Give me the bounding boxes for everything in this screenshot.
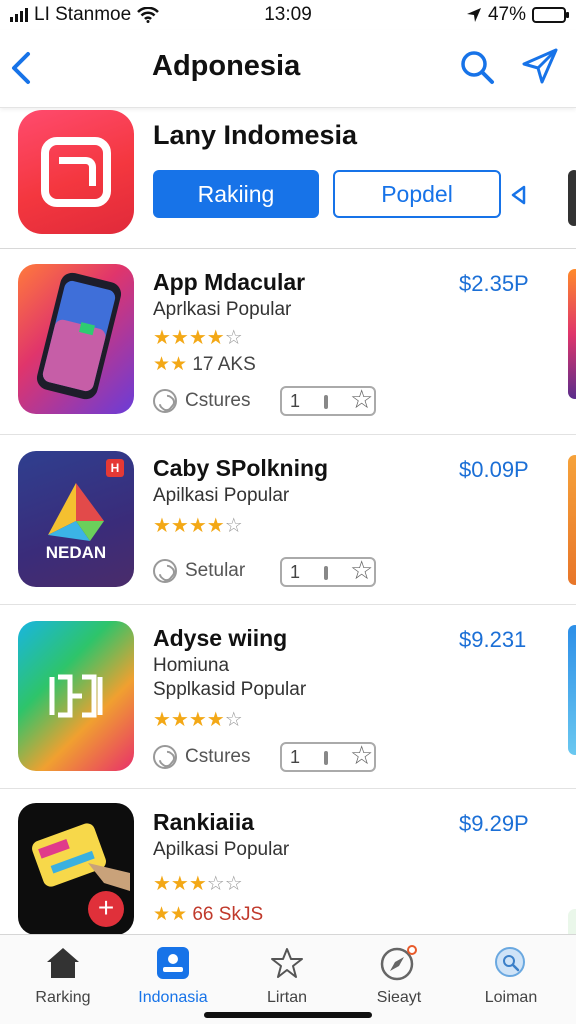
favorite-star-icon[interactable]: ☆ xyxy=(350,740,373,771)
bracket-logo-icon xyxy=(49,674,103,718)
quantity-stepper[interactable]: 1 ☆ xyxy=(280,384,376,416)
navigation-bar: Adponesia xyxy=(0,30,576,108)
app-icon xyxy=(18,621,134,771)
location-arrow-icon xyxy=(466,8,481,22)
category-chip[interactable]: Setular xyxy=(153,559,245,583)
link-icon xyxy=(153,559,177,583)
send-icon[interactable] xyxy=(520,46,560,86)
next-card-peek xyxy=(568,269,576,399)
favorite-star-icon[interactable]: ☆ xyxy=(350,555,373,586)
rating-stars: ★★★☆☆ xyxy=(153,873,243,895)
app-subtitle: Apilkasi Popular xyxy=(153,839,290,860)
category-chip[interactable]: Cstures xyxy=(153,389,250,413)
carrier-name: LI Stanmoe xyxy=(34,4,132,25)
tab-listen[interactable]: Lirtan xyxy=(232,943,342,1007)
stepper-value: 1 xyxy=(290,747,301,767)
compass-icon xyxy=(344,943,454,983)
favorite-star-icon[interactable]: ☆ xyxy=(350,384,373,415)
search-icon[interactable] xyxy=(458,48,496,86)
app-price[interactable]: $9.231 xyxy=(459,627,526,653)
app-subtitle: Homiuna xyxy=(153,655,230,676)
stepper-value: 1 xyxy=(290,562,301,582)
home-icon xyxy=(8,943,118,983)
rating-count-stars: ★★ xyxy=(153,354,188,375)
wifi-icon xyxy=(137,7,160,23)
play-left-icon[interactable] xyxy=(510,185,528,205)
page-title: Adponesia xyxy=(152,50,301,82)
stepper-divider xyxy=(324,566,328,580)
app-subtitle: Aprlkasi Popular xyxy=(153,299,292,320)
app-badge: H xyxy=(106,459,124,477)
app-subtitle: Apilkasi Popular xyxy=(153,485,290,506)
app-price[interactable]: $0.09P xyxy=(459,457,529,483)
app-icon: + xyxy=(18,803,134,935)
chip-label: Cstures xyxy=(185,390,251,411)
search-circle-icon xyxy=(456,943,566,983)
ranking-button[interactable]: Rakiing xyxy=(153,170,319,218)
rating-count-line: ★★ 66 SkJS xyxy=(153,903,263,926)
featured-title: Lany Indomesia xyxy=(153,120,358,150)
featured-app-icon[interactable] xyxy=(18,110,134,234)
rating-stars: ★★★★☆ xyxy=(153,515,243,537)
chip-label: Cstures xyxy=(185,746,251,767)
quantity-stepper[interactable]: 1 ☆ xyxy=(280,555,376,587)
tab-label: Indonasia xyxy=(138,989,208,1006)
star-icon xyxy=(232,943,342,983)
battery-icon xyxy=(532,7,569,23)
featured-section: Lany Indomesia Rakiing Popdel xyxy=(0,108,576,248)
rating-stars: ★★★★☆ xyxy=(153,327,243,349)
app-price[interactable]: $9.29P xyxy=(459,811,529,837)
tab-label: Sieayt xyxy=(376,989,422,1006)
tab-ranking[interactable]: Rarking xyxy=(8,943,118,1007)
chip-label: Setular xyxy=(185,560,246,581)
add-icon[interactable]: + xyxy=(88,891,124,927)
tab-label: Lirtan xyxy=(266,989,308,1006)
app-icon-text: NEDAN xyxy=(45,543,107,562)
tab-indonesia[interactable]: Indonasia xyxy=(118,943,228,1007)
stepper-value: 1 xyxy=(290,391,301,411)
rating-stars: ★★★★☆ xyxy=(153,709,243,731)
stepper-divider xyxy=(324,395,328,409)
next-card-peek xyxy=(568,170,576,226)
app-name: Caby SPolkning xyxy=(153,455,329,481)
app-name: Adyse wiing xyxy=(153,625,288,651)
quantity-stepper[interactable]: 1 ☆ xyxy=(280,740,376,772)
app-icon: NEDAN H xyxy=(18,451,134,587)
person-card-icon xyxy=(118,943,228,983)
battery-percent: 47% xyxy=(487,4,526,25)
rating-count-line: ★★ 17 AKS xyxy=(153,353,256,376)
app-name: App Mdacular xyxy=(153,269,306,295)
list-item[interactable]: NEDAN H Caby SPolkning Apilkasi Popular … xyxy=(0,434,576,620)
rating-count-stars: ★★ xyxy=(153,904,188,925)
tab-label: Rarking xyxy=(35,989,91,1006)
tab-bar: Rarking Indonasia Lirtan Sieayt Loiman xyxy=(0,934,576,1024)
app-name: Rankiaiia xyxy=(153,809,254,835)
list-item[interactable]: Adyse wiing Homiuna Spplkasid Popular $9… xyxy=(0,604,576,790)
list-item[interactable]: App Mdacular Aprlkasi Popular $2.35P ★★★… xyxy=(0,248,576,434)
tab-label: Loiman xyxy=(484,989,538,1006)
category-chip[interactable]: Cstures xyxy=(153,745,250,769)
stepper-divider xyxy=(324,751,328,765)
app-icon xyxy=(18,264,134,414)
link-icon xyxy=(153,389,177,413)
status-left: LI Stanmoe xyxy=(10,4,210,26)
rating-count: 66 SkJS xyxy=(192,904,264,925)
app-logo-icon xyxy=(41,137,111,207)
status-bar: LI Stanmoe 13:09 47% xyxy=(0,0,576,30)
rating-count: 17 AKS xyxy=(192,354,256,375)
signal-icon xyxy=(10,8,28,22)
home-indicator[interactable] xyxy=(204,1012,372,1018)
status-right: 47% xyxy=(466,4,569,26)
app-price[interactable]: $2.35P xyxy=(459,271,529,297)
next-card-peek xyxy=(568,455,576,585)
app-subtitle-secondary: Spplkasid Popular xyxy=(153,679,307,700)
link-icon xyxy=(153,745,177,769)
tab-explore[interactable]: Sieayt xyxy=(344,943,454,1007)
next-card-peek xyxy=(568,625,576,755)
phone-screenshot-icon xyxy=(36,272,122,400)
tab-search[interactable]: Loiman xyxy=(456,943,566,1007)
popular-button[interactable]: Popdel xyxy=(333,170,501,218)
chevron-left-icon[interactable] xyxy=(6,50,36,86)
